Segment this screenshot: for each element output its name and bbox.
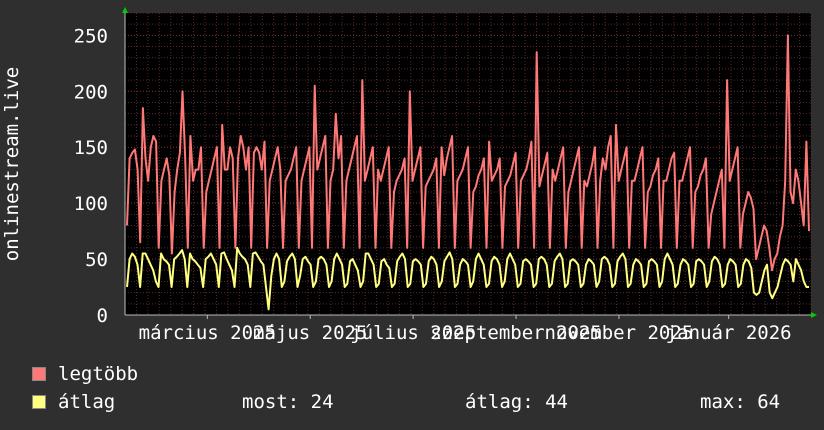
stat-most: most: 24 — [242, 391, 334, 413]
chart: 0 50 100 150 200 250 március 2025május 2025jú… — [1, 7, 817, 344]
legend-swatch-legtobb — [32, 367, 46, 381]
x-tick-label: január 2026 — [666, 322, 792, 344]
y-tick-label: 100 — [74, 193, 108, 215]
legend-swatch-atlag — [32, 395, 46, 409]
stat-most-value: 24 — [310, 391, 334, 413]
legend-item-atlag: átlag — [32, 391, 248, 413]
y-tick-label: 50 — [85, 249, 108, 271]
stat-atlag-label: átlag: — [465, 391, 534, 413]
stat-max: max: 64 — [700, 391, 780, 413]
y-tick-label: 150 — [74, 137, 108, 159]
stat-atlag: átlag: 44 — [465, 391, 568, 413]
y-tick-label: 0 — [97, 305, 108, 327]
y-axis-arrow — [122, 7, 128, 13]
x-axis-arrow — [811, 312, 817, 318]
stat-most-label: most: — [242, 391, 300, 413]
stat-max-label: max: — [700, 391, 746, 413]
legend-label-legtobb: legtöbb — [58, 363, 139, 385]
legend-item-legtobb: legtöbb — [32, 363, 248, 385]
y-ticks: 0 50 100 150 200 250 — [74, 25, 108, 327]
legend-label-atlag: átlag — [58, 391, 116, 413]
y-tick-label: 250 — [74, 25, 108, 47]
stat-max-value: 64 — [757, 391, 781, 413]
y-tick-label: 200 — [74, 81, 108, 103]
stat-atlag-value: 44 — [545, 391, 568, 413]
x-ticks: március 2025május 2025július 2025szeptem… — [139, 315, 792, 344]
y-axis-label: onlinestream.live — [1, 67, 23, 261]
